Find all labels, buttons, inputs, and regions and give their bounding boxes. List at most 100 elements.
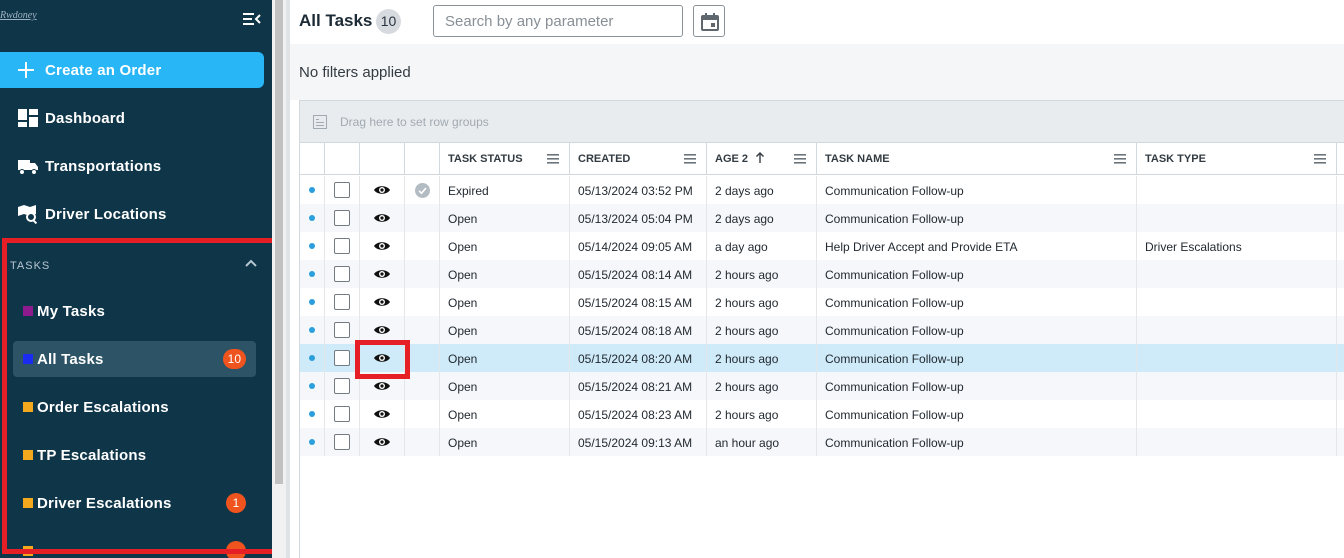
nav-transportations[interactable]: Transportations — [0, 146, 272, 186]
row-checkbox[interactable] — [334, 434, 350, 450]
sidebar: Rwdoney Create an Order Dashboard Transp… — [0, 0, 281, 558]
view-eye-icon[interactable] — [373, 380, 391, 392]
row-indicator-cell — [300, 176, 325, 204]
row-checkbox[interactable] — [334, 210, 350, 226]
color-marker — [23, 546, 33, 556]
row-checkbox[interactable] — [334, 350, 350, 366]
column-menu-icon[interactable] — [684, 154, 696, 164]
header-task-type[interactable]: TASK TYPE — [1137, 143, 1337, 175]
table-row[interactable]: Open 05/14/2024 09:05 AM a day ago Help Dri… — [300, 232, 1344, 260]
task-name-cell: Communication Follow-up — [817, 288, 1137, 316]
task-status-cell: Open — [440, 372, 570, 400]
view-eye-icon[interactable] — [373, 296, 391, 308]
view-cell — [360, 232, 405, 260]
task-status-cell: Open — [440, 428, 570, 456]
row-checkbox[interactable] — [334, 294, 350, 310]
task-filter-tp-escalations[interactable]: TP Escalations — [13, 437, 256, 473]
age-cell: 2 hours ago — [707, 316, 817, 344]
header-task-status[interactable]: TASK STATUS — [440, 143, 570, 175]
sidebar-scrollbar-thumb[interactable] — [275, 0, 283, 484]
task-name-cell: Communication Follow-up — [817, 428, 1137, 456]
done-cell — [405, 176, 440, 204]
age-cell: a day ago — [707, 232, 817, 260]
view-eye-icon[interactable] — [373, 408, 391, 420]
table-row[interactable]: Open 05/15/2024 08:15 AM 2 hours ago Commun… — [300, 288, 1344, 316]
view-cell — [360, 372, 405, 400]
table-row[interactable]: Open 05/15/2024 09:13 AM an hour ago Commun… — [300, 428, 1344, 456]
task-status-value: Expired — [448, 184, 489, 198]
task-status-cell: Open — [440, 204, 570, 232]
created-value: 05/15/2024 08:20 AM — [578, 352, 693, 366]
column-menu-icon[interactable] — [547, 154, 559, 164]
row-checkbox[interactable] — [334, 266, 350, 282]
column-menu-icon[interactable] — [1314, 154, 1326, 164]
table-row[interactable]: Open 05/15/2024 08:23 AM 2 hours ago Commun… — [300, 400, 1344, 428]
task-name-cell: Communication Follow-up — [817, 372, 1137, 400]
task-filter-label: My Tasks — [37, 303, 106, 320]
view-eye-icon[interactable] — [373, 240, 391, 252]
tasks-section-header: TASKS — [10, 256, 262, 272]
header-age[interactable]: AGE 2 — [707, 143, 817, 175]
row-checkbox[interactable] — [334, 322, 350, 338]
search-input[interactable] — [433, 5, 683, 37]
task-name-value: Communication Follow-up — [825, 212, 964, 226]
check-circle-icon — [415, 183, 430, 198]
table-row[interactable]: Expired 05/13/2024 03:52 PM 2 days ago Comm… — [300, 176, 1344, 204]
age-cell: 2 hours ago — [707, 372, 817, 400]
view-eye-icon[interactable] — [373, 212, 391, 224]
chevron-up-icon[interactable] — [244, 256, 258, 270]
table-row[interactable]: Open 05/15/2024 08:18 AM 2 hours ago Commun… — [300, 316, 1344, 344]
task-filter-partial[interactable] — [13, 533, 256, 558]
collapse-menu-icon[interactable] — [243, 11, 261, 27]
color-marker — [23, 306, 33, 316]
header-task-name[interactable]: TASK NAME — [817, 143, 1137, 175]
table-row[interactable]: Open 05/15/2024 08:14 AM 2 hours ago Commun… — [300, 260, 1344, 288]
row-checkbox[interactable] — [334, 182, 350, 198]
view-eye-icon[interactable] — [373, 436, 391, 448]
nav-driver-locations[interactable]: Driver Locations — [0, 194, 272, 234]
filter-bar: No filters applied — [290, 44, 1344, 100]
task-name-value: Communication Follow-up — [825, 268, 964, 282]
view-eye-icon[interactable] — [373, 324, 391, 336]
age-value: 2 days ago — [715, 184, 774, 198]
created-value: 05/15/2024 09:13 AM — [578, 436, 693, 450]
count-badge: 1 — [226, 493, 246, 513]
task-filter-my-tasks[interactable]: My Tasks — [13, 293, 256, 329]
row-group-icon — [313, 115, 327, 129]
task-count-badge: 10 — [376, 9, 401, 34]
task-filter-label: Order Escalations — [37, 399, 169, 416]
row-checkbox[interactable] — [334, 378, 350, 394]
view-eye-icon[interactable] — [373, 352, 391, 364]
task-type-cell — [1137, 316, 1337, 344]
unread-dot — [309, 187, 315, 193]
row-checkbox[interactable] — [334, 238, 350, 254]
done-cell — [405, 344, 440, 372]
task-filter-all-tasks[interactable]: All Tasks 10 — [13, 341, 256, 377]
age-value: 2 hours ago — [715, 352, 779, 366]
task-status-value: Open — [448, 268, 478, 282]
row-indicator-cell — [300, 344, 325, 372]
age-cell: an hour ago — [707, 428, 817, 456]
header-created[interactable]: CREATED — [570, 143, 707, 175]
table-row[interactable]: Open 05/13/2024 05:04 PM 2 days ago Communi… — [300, 204, 1344, 232]
task-status-value: Open — [448, 380, 478, 394]
view-eye-icon[interactable] — [373, 184, 391, 196]
row-group-drop-zone[interactable]: Drag here to set row groups — [300, 101, 1344, 143]
done-cell — [405, 288, 440, 316]
created-value: 05/15/2024 08:14 AM — [578, 268, 693, 282]
task-filter-order-escalations[interactable]: Order Escalations — [13, 389, 256, 425]
table-row[interactable]: Open 05/15/2024 08:20 AM 2 hours ago Commun… — [300, 344, 1344, 372]
create-order-button[interactable]: Create an Order — [0, 52, 264, 88]
task-filter-driver-escalations[interactable]: Driver Escalations 1 — [13, 485, 256, 521]
column-menu-icon[interactable] — [794, 154, 806, 164]
date-filter-button[interactable] — [693, 5, 725, 37]
view-cell — [360, 288, 405, 316]
unread-dot — [309, 439, 315, 445]
header-label: AGE 2 — [715, 153, 749, 165]
task-status-cell: Expired — [440, 176, 570, 204]
nav-dashboard[interactable]: Dashboard — [0, 98, 272, 138]
column-menu-icon[interactable] — [1114, 154, 1126, 164]
row-checkbox[interactable] — [334, 406, 350, 422]
table-row[interactable]: Open 05/15/2024 08:21 AM 2 hours ago Commun… — [300, 372, 1344, 400]
view-eye-icon[interactable] — [373, 268, 391, 280]
